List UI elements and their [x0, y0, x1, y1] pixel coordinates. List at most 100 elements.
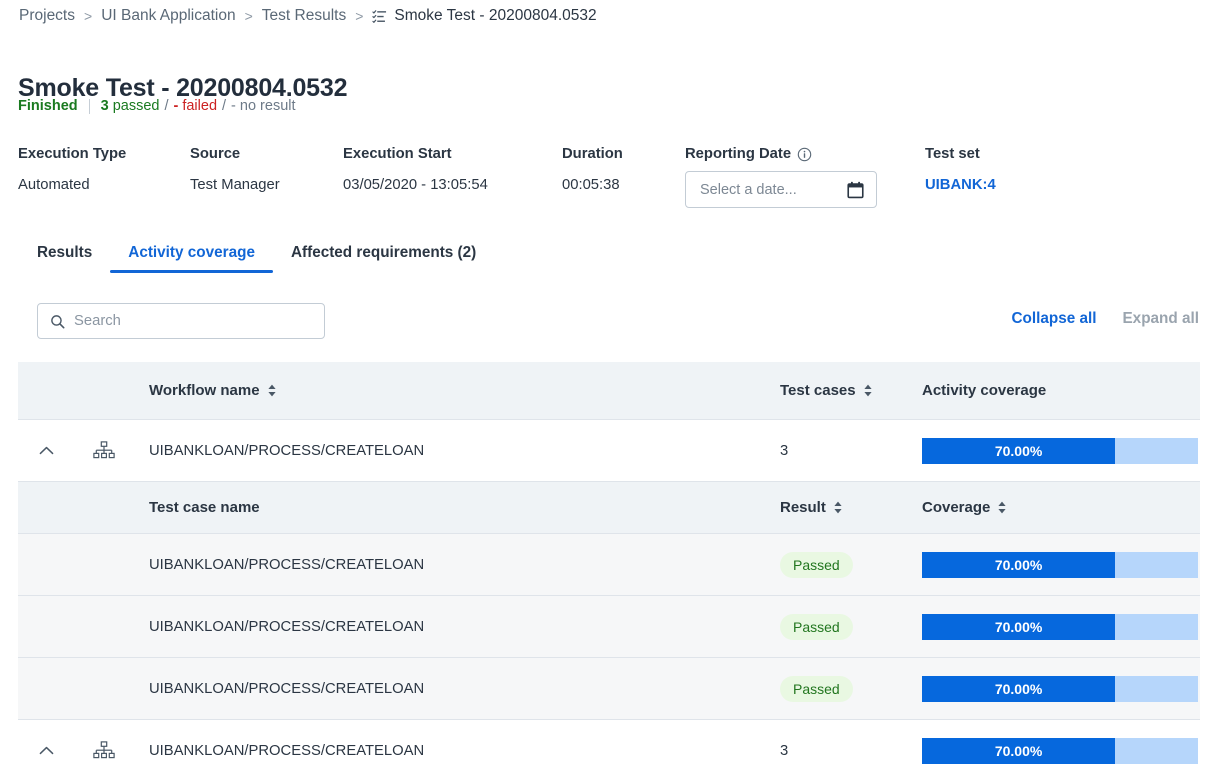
column-header-label: Test cases [780, 382, 856, 399]
workflow-group-row[interactable]: UIBANKLOAN/PROCESS/CREATELOAN 3 70.00% [18, 720, 1200, 774]
search-icon [50, 314, 65, 329]
meta-execution-start: Execution Start 03/05/2020 - 13:05:54 [343, 146, 488, 193]
info-icon[interactable] [797, 147, 812, 162]
table-actions: Collapse all Expand all [1011, 310, 1199, 328]
test-case-coverage-bar: 70.00% [922, 676, 1200, 702]
sort-icon[interactable] [833, 501, 843, 514]
chevron-up-icon[interactable] [39, 746, 54, 755]
meta-label: Duration [562, 146, 623, 162]
meta-label: Test set [925, 146, 996, 162]
tab-activity-coverage[interactable]: Activity coverage [110, 244, 273, 273]
run-status-summary: Finished 3 passed / - failed / - no resu… [18, 98, 296, 114]
passed-label: passed [113, 98, 160, 114]
column-header-label: Result [780, 499, 826, 516]
coverage-value: 70.00% [922, 552, 1115, 578]
failed-count: - [174, 98, 179, 114]
column-header-label: Test case name [149, 499, 260, 516]
coverage-value: 70.00% [922, 738, 1115, 764]
test-case-coverage-bar: 70.00% [922, 552, 1200, 578]
meta-value: Automated [18, 177, 126, 193]
no-result-label: no result [240, 98, 296, 114]
breadcrumb-separator: > [355, 8, 363, 24]
failed-label: failed [182, 98, 217, 114]
test-case-result: Passed [780, 676, 922, 702]
reporting-date-placeholder: Select a date... [700, 182, 797, 198]
test-case-header-row: Test case name Result Coverage [18, 482, 1200, 534]
test-set-link[interactable]: UIBANK:4 [925, 177, 996, 193]
column-header-coverage[interactable]: Coverage [922, 499, 1200, 516]
column-header-test-cases[interactable]: Test cases [780, 382, 922, 399]
breadcrumb-separator: > [84, 8, 92, 24]
test-result-page: Projects > UI Bank Application > Test Re… [0, 0, 1215, 774]
status-badge: Passed [780, 552, 853, 578]
meta-duration: Duration 00:05:38 [562, 146, 623, 193]
workflow-test-case-count: 3 [780, 443, 922, 459]
tab-bar: Results Activity coverage Affected requi… [18, 244, 494, 273]
coverage-value: 70.00% [922, 676, 1115, 702]
table-row[interactable]: UIBANKLOAN/PROCESS/CREATELOAN Passed 70.… [18, 658, 1200, 720]
test-case-name: UIBANKLOAN/PROCESS/CREATELOAN [132, 681, 780, 697]
workflow-coverage-bar: 70.00% [922, 738, 1200, 764]
status-badge: Passed [780, 676, 853, 702]
column-header-workflow-name[interactable]: Workflow name [149, 382, 780, 399]
meta-execution-type: Execution Type Automated [18, 146, 126, 193]
meta-value: 03/05/2020 - 13:05:54 [343, 177, 488, 193]
workflow-hierarchy-icon [75, 741, 132, 761]
collapse-all-button[interactable]: Collapse all [1011, 310, 1096, 328]
status-state: Finished [18, 98, 78, 114]
activity-coverage-table: Workflow name Test cases Activity covera… [18, 362, 1200, 774]
sort-icon[interactable] [997, 501, 1007, 514]
search-placeholder: Search [74, 313, 121, 329]
test-case-name: UIBANKLOAN/PROCESS/CREATELOAN [132, 619, 780, 635]
expand-all-button[interactable]: Expand all [1122, 310, 1199, 328]
meta-label: Execution Start [343, 146, 488, 162]
breadcrumb-item-projects[interactable]: Projects [19, 7, 75, 25]
column-header-label: Workflow name [149, 382, 260, 399]
tab-results[interactable]: Results [18, 244, 110, 273]
workflow-group-row[interactable]: UIBANKLOAN/PROCESS/CREATELOAN 3 70.00% [18, 420, 1200, 482]
test-case-result: Passed [780, 552, 922, 578]
checklist-icon [372, 9, 387, 24]
table-row[interactable]: UIBANKLOAN/PROCESS/CREATELOAN Passed 70.… [18, 596, 1200, 658]
breadcrumb-item-test-results[interactable]: Test Results [262, 7, 346, 25]
meta-label: Reporting Date [685, 146, 791, 162]
column-header-activity-coverage: Activity coverage [922, 382, 1200, 399]
breadcrumb-item-ui-bank-application[interactable]: UI Bank Application [101, 7, 235, 25]
meta-label: Execution Type [18, 146, 126, 162]
meta-source: Source Test Manager [190, 146, 280, 193]
status-slash: / [222, 98, 226, 114]
meta-value: Test Manager [190, 177, 280, 193]
sort-icon[interactable] [863, 384, 873, 397]
breadcrumb: Projects > UI Bank Application > Test Re… [19, 7, 597, 25]
column-header-label: Activity coverage [922, 382, 1046, 399]
sort-icon[interactable] [267, 384, 277, 397]
workflow-hierarchy-icon [75, 441, 132, 461]
workflow-test-case-count: 3 [780, 743, 922, 759]
meta-value: 00:05:38 [562, 177, 623, 193]
group-expand-toggle[interactable] [18, 746, 75, 755]
group-expand-toggle[interactable] [18, 446, 75, 455]
table-header-row: Workflow name Test cases Activity covera… [18, 362, 1200, 420]
meta-test-set: Test set UIBANK:4 [925, 146, 996, 193]
calendar-icon[interactable] [847, 181, 864, 199]
status-badge: Passed [780, 614, 853, 640]
coverage-value: 70.00% [922, 614, 1115, 640]
table-row[interactable]: UIBANKLOAN/PROCESS/CREATELOAN Passed 70.… [18, 534, 1200, 596]
column-header-result[interactable]: Result [780, 499, 922, 516]
chevron-up-icon[interactable] [39, 446, 54, 455]
breadcrumb-item-current: Smoke Test - 20200804.0532 [394, 7, 596, 25]
execution-metadata: Execution Type Automated Source Test Man… [0, 146, 1215, 211]
test-case-name: UIBANKLOAN/PROCESS/CREATELOAN [132, 557, 780, 573]
reporting-date-input[interactable]: Select a date... [685, 171, 877, 208]
column-header-test-case-name: Test case name [149, 499, 780, 516]
status-divider [89, 99, 90, 114]
workflow-name: UIBANKLOAN/PROCESS/CREATELOAN [132, 443, 780, 459]
column-header-label: Coverage [922, 499, 990, 516]
tab-affected-requirements[interactable]: Affected requirements (2) [273, 244, 494, 273]
passed-count: 3 [101, 98, 109, 114]
status-slash: / [164, 98, 168, 114]
coverage-value: 70.00% [922, 438, 1115, 464]
breadcrumb-separator: > [245, 8, 253, 24]
search-input[interactable]: Search [37, 303, 325, 339]
test-case-result: Passed [780, 614, 922, 640]
